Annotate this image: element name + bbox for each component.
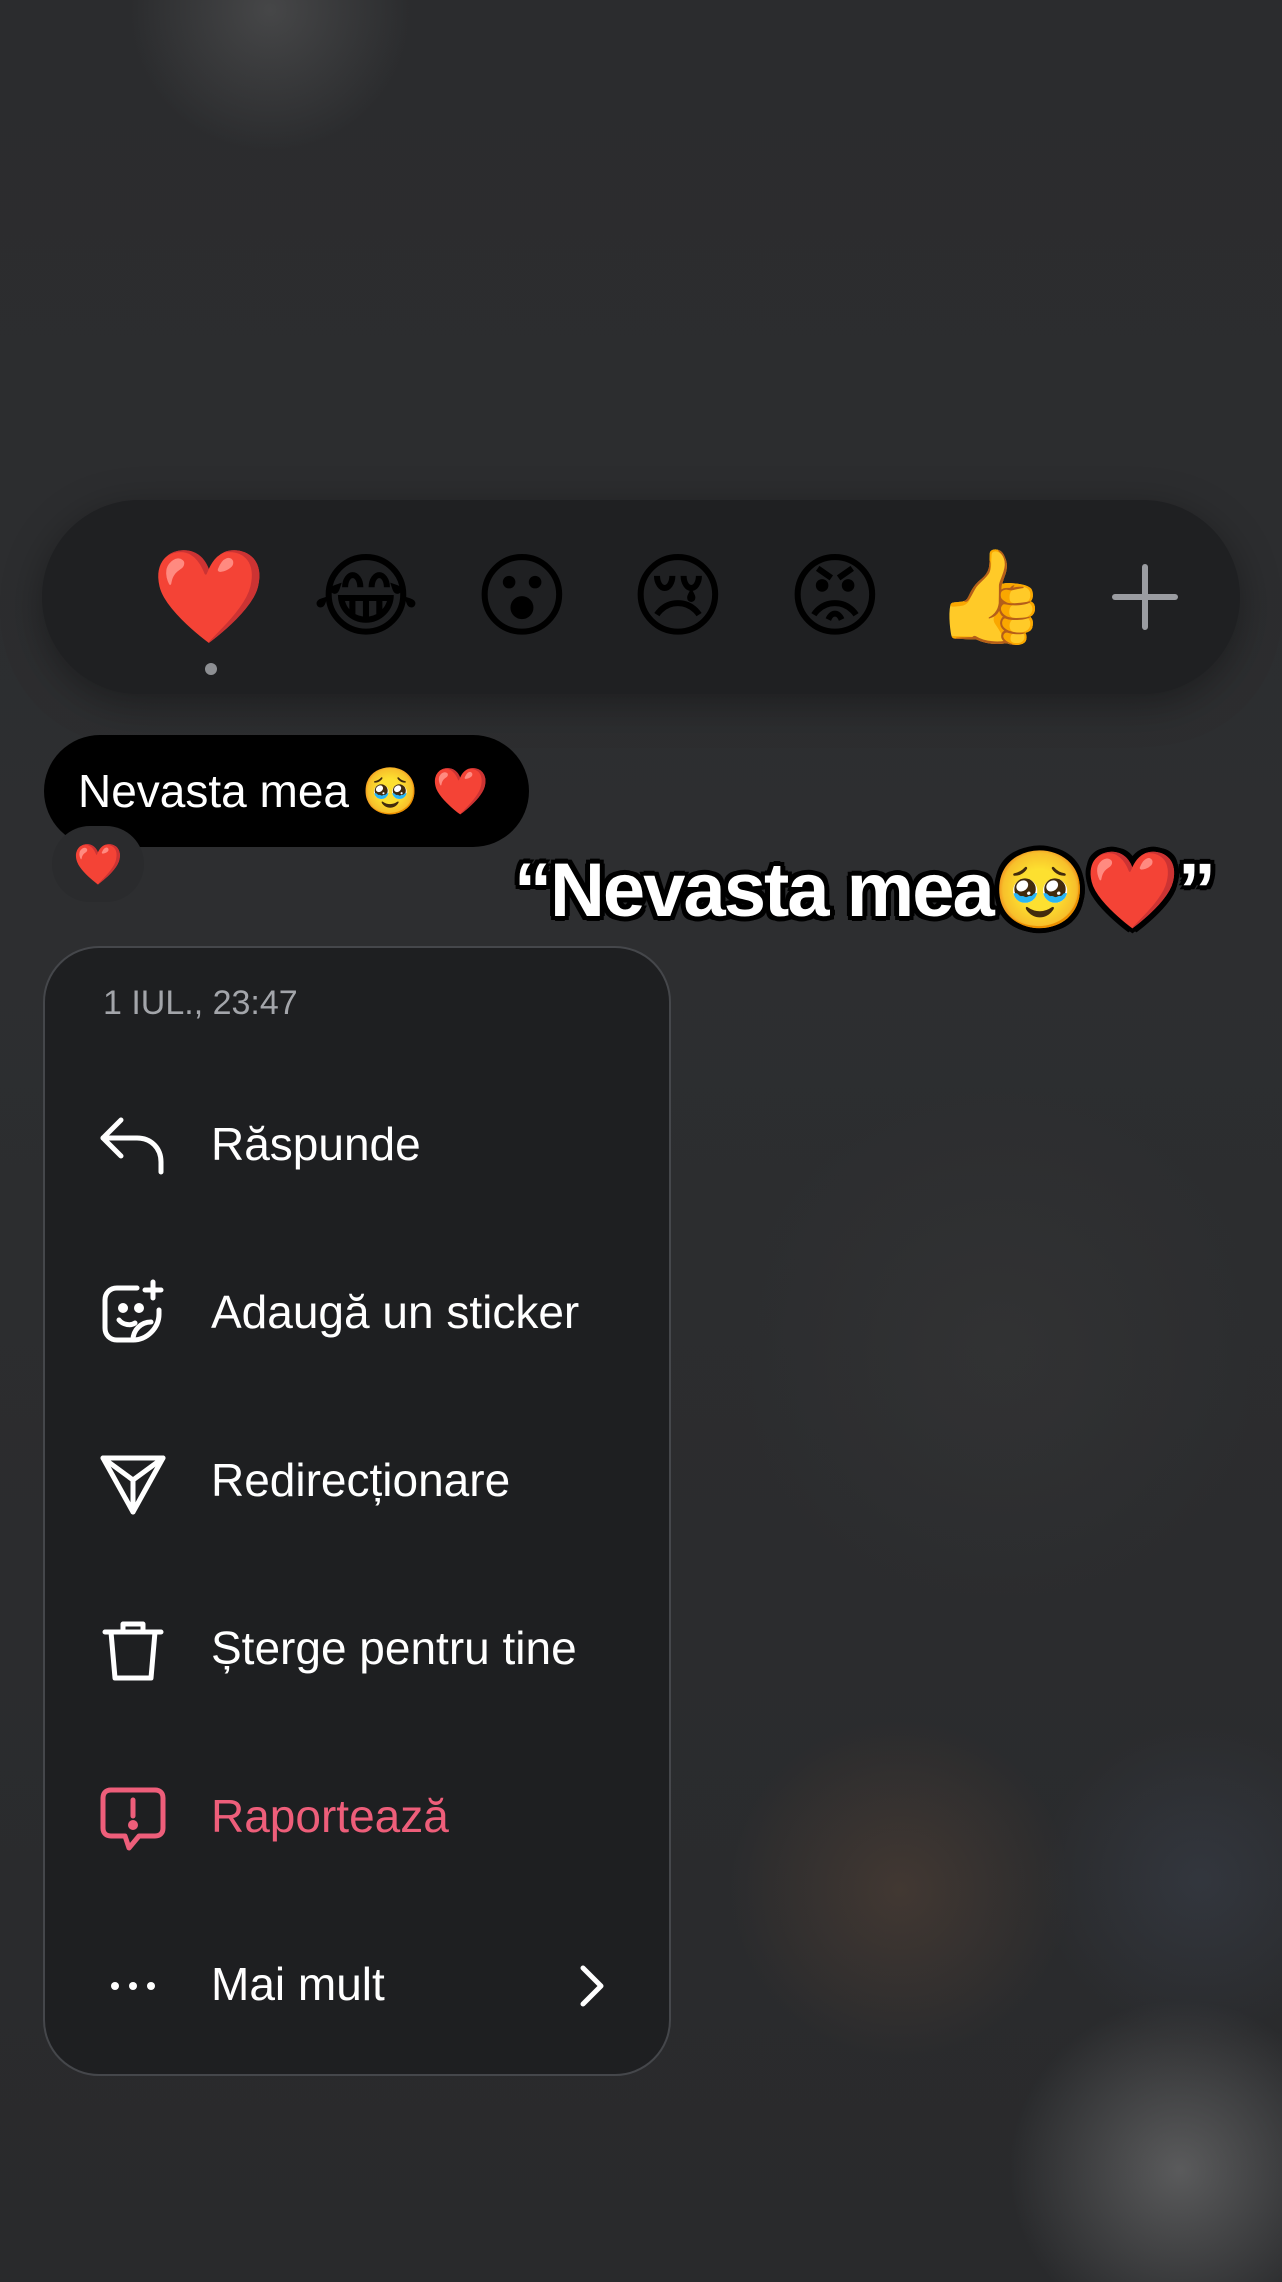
add-sticker-menu-item[interactable]: Adaugă un sticker [45, 1252, 669, 1372]
trash-icon [97, 1614, 169, 1686]
add-sticker-label: Adaugă un sticker [211, 1286, 580, 1338]
message-timestamp: 1 IUL., 23:47 [103, 984, 298, 1022]
more-label: Mai mult [211, 1958, 385, 2010]
selected-reaction-indicator [205, 663, 217, 675]
reply-icon [97, 1110, 169, 1182]
report-label: Raportează [211, 1790, 449, 1842]
reaction-angry-button[interactable]: 😡 [780, 542, 890, 652]
reply-menu-item[interactable]: Răspunde [45, 1084, 669, 1204]
heart-reaction: ❤️ [73, 842, 123, 887]
forward-label: Redirecționare [211, 1454, 511, 1506]
forward-menu-item[interactable]: Redirecționare [45, 1420, 669, 1540]
report-menu-item[interactable]: Raportează [45, 1756, 669, 1876]
delete-for-you-label: Șterge pentru tine [211, 1622, 577, 1674]
video-caption: “Nevasta mea🥹❤️” [514, 848, 1216, 933]
delete-for-you-menu-item[interactable]: Șterge pentru tine [45, 1588, 669, 1708]
reaction-heart-button[interactable]: ❤️ [152, 542, 267, 652]
reaction-wow-button[interactable]: 😮 [467, 542, 577, 652]
report-icon [97, 1782, 169, 1854]
more-menu-item[interactable]: Mai mult [45, 1924, 669, 2044]
chevron-right-icon [571, 1962, 611, 2010]
message-context-menu: 1 IUL., 23:47 Răspunde Adaugă un sticker [43, 946, 671, 2076]
message-reaction-badge[interactable]: ❤️ [52, 826, 144, 902]
reaction-thumbs-up-button[interactable]: 👍 [934, 542, 1049, 652]
reply-label: Răspunde [211, 1118, 421, 1170]
send-icon [97, 1446, 169, 1518]
more-dots-icon [97, 1950, 169, 2022]
message-text: Nevasta mea 🥹 ❤️ [78, 764, 490, 817]
plus-icon [1112, 564, 1178, 630]
reaction-sad-button[interactable]: 😢 [623, 542, 733, 652]
add-reaction-button[interactable] [1090, 542, 1200, 652]
reaction-laugh-button[interactable]: 😂 [311, 542, 421, 652]
sticker-add-icon [97, 1278, 169, 1350]
reaction-bar: ❤️ 😂 😮 😢 😡 👍 [42, 500, 1240, 694]
